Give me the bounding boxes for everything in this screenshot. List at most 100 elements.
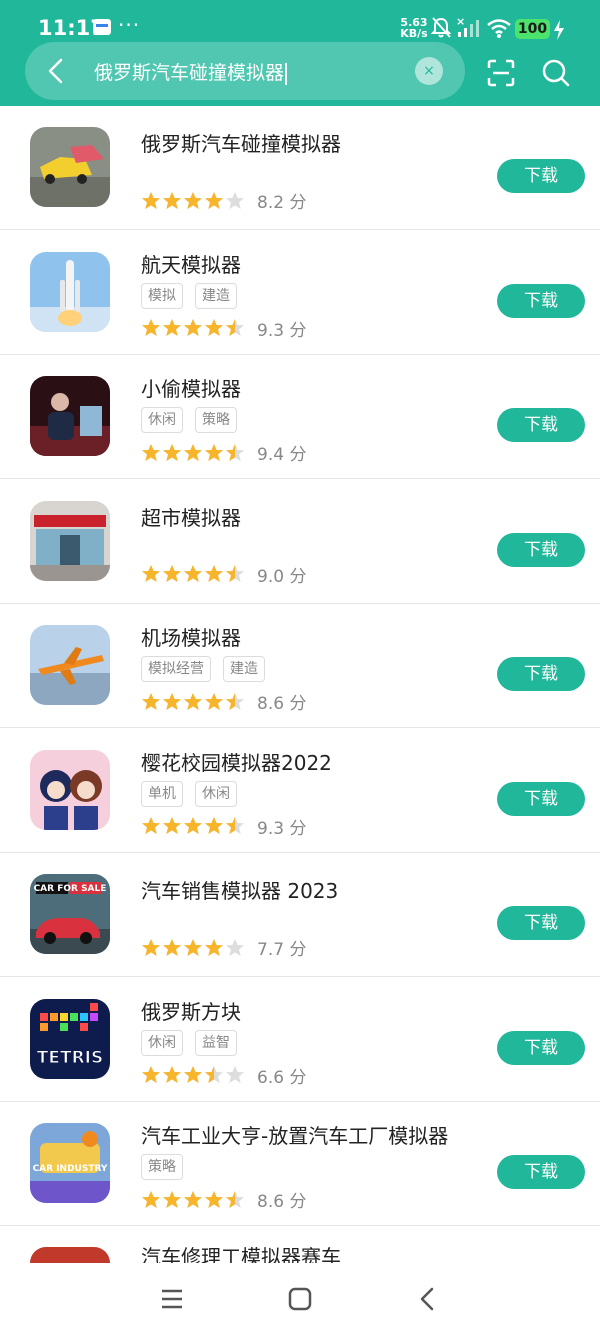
app-title[interactable]: 汽车销售模拟器 2023 [141,875,338,904]
tag-badge: 休闲 [141,1029,183,1056]
airplane-icon[interactable] [30,625,110,705]
download-button[interactable]: 下载 [497,408,585,442]
thief-icon[interactable] [30,376,110,456]
rating-star-icon [163,817,181,834]
download-button[interactable]: 下载 [497,159,585,193]
home-icon[interactable] [286,1285,314,1313]
rating: 8.2 分 [141,188,306,213]
list-item[interactable]: TETRIS 俄罗斯方块 休闲 益智 6.6 分 下载 [0,978,600,1102]
battery-level: 100 [515,19,550,39]
list-item[interactable]: 樱花校园模拟器2022 单机 休闲 9.3 分 下载 [0,729,600,853]
rating-star-icon [226,817,244,834]
tag-list: 模拟 建造 [141,282,249,309]
app-title[interactable]: 俄罗斯方块 [141,996,241,1025]
tag-badge: 休闲 [141,407,183,433]
rating-star-icon [205,319,223,336]
car-for-sale-icon[interactable]: CAR FOR SALE [30,874,110,954]
car-crash-icon[interactable] [30,127,110,207]
back-arrow-icon[interactable] [40,55,72,87]
tetris-icon[interactable]: TETRIS [30,998,110,1079]
rating-star-icon [163,191,181,209]
download-button[interactable]: 下载 [497,906,585,940]
svg-text:×: × [456,16,465,28]
app-title[interactable]: 樱花校园模拟器2022 [141,747,332,776]
menu-icon[interactable] [158,1285,186,1313]
tag-badge: 模拟经营 [141,656,211,682]
rating-star-icon [205,1190,223,1208]
tag-list: 单机 休闲 [141,780,249,807]
icon-label: CAR INDUSTRY [33,1164,108,1174]
download-button[interactable]: 下载 [497,657,585,691]
rating-star-icon [142,817,160,834]
clear-search-icon[interactable]: × [415,57,443,85]
tag-badge: 单机 [141,780,183,807]
list-item[interactable]: 航天模拟器模拟 建造 9.3 分 下载 [0,231,600,355]
rating-star-icon [226,692,244,710]
rating-score: 9.3 分 [257,320,307,341]
rating-score: 6.6 分 [257,1067,307,1088]
app-title[interactable]: 汽车工业大亨-放置汽车工厂模拟器 [141,1120,448,1149]
list-item[interactable]: 小偷模拟器 休闲 策略 9.4 分 下载 [0,355,600,479]
download-button[interactable]: 下载 [497,532,585,567]
rating-star-icon [205,817,223,834]
list-item[interactable]: CAR INDUSTRY 汽车工业大亨-放置汽车工厂模拟器 策略 8.6 分 下载 [0,1102,600,1226]
app-title[interactable]: 航天模拟器 [141,249,241,278]
tag-badge: 策略 [141,1154,183,1180]
rating: 8.6 分 [141,1187,306,1212]
download-button[interactable]: 下载 [497,1155,585,1189]
list-item[interactable]: 机场模拟器 模拟经营 建造 8.6 分 下载 [0,604,600,728]
rating-star-icon [184,565,202,582]
supermarket-icon[interactable] [30,500,110,581]
rating-star-icon [142,1190,160,1208]
app-title[interactable]: 机场模拟器 [141,622,241,651]
rating-star-icon [184,191,202,209]
car-industry-icon[interactable]: CAR INDUSTRY [30,1123,110,1203]
rating-star-icon [184,443,202,461]
list-item[interactable]: 超市模拟器 9.0 分 下载 [0,480,600,604]
rocket-icon[interactable] [30,251,110,332]
anime-school-icon[interactable] [30,749,110,830]
search-results-list[interactable]: 俄罗斯汽车碰撞模拟器 8.2 分下载 航天模拟器 模拟 建造 9.3 分下载 小偷模拟器 休闲… [0,106,600,1263]
download-button[interactable]: 下载 [497,1030,585,1065]
download-button[interactable]: 下载 [497,283,585,318]
tag-badge: 建造 [195,282,237,309]
rating-star-icon [142,1066,160,1083]
star-rating [142,817,244,834]
rating-star-icon [226,1066,244,1083]
car-mechanic-icon[interactable] [30,1246,110,1263]
nav-back-icon[interactable] [414,1285,442,1313]
rating-star-icon [226,443,244,461]
rating-star-icon [205,938,223,956]
rating-star-icon [163,938,181,956]
rating-star-icon [205,1066,223,1083]
download-button[interactable]: 下载 [497,781,585,816]
list-item[interactable]: 俄罗斯汽车碰撞模拟器 8.2 分 下载 [0,106,600,230]
rating-star-icon [184,1066,202,1083]
tag-list: 策略 [141,1154,195,1180]
list-item[interactable]: CAR FOR SALE 汽车销售模拟器 2023 7.7 分 下载 [0,853,600,977]
rating-star-icon [184,938,202,956]
rating-star-icon [163,1066,181,1083]
tag-list: 休闲 策略 [141,407,249,433]
search-icon[interactable] [541,58,571,88]
star-rating [142,191,244,209]
rating-star-icon [184,817,202,834]
rating-score: 9.0 分 [257,566,307,587]
list-item[interactable]: 汽车修理工模拟器赛车 [0,1227,600,1264]
star-rating [142,565,244,582]
scan-icon[interactable] [486,58,516,88]
app-title[interactable]: 超市模拟器 [141,502,241,531]
app-title[interactable]: 汽车修理工模拟器赛车 [141,1241,341,1264]
star-rating [142,938,244,956]
rating-star-icon [142,565,160,582]
tag-badge: 休闲 [195,780,237,807]
charging-icon [554,20,564,40]
rating-star-icon [142,319,160,336]
rating-star-icon [184,319,202,336]
rating: 9.3 分 [141,814,306,839]
search-input[interactable]: 俄罗斯汽车碰撞模拟器 [94,58,288,85]
app-title[interactable]: 小偷模拟器 [141,373,241,402]
mute-bell-icon [430,17,452,38]
rating: 6.6 分 [141,1063,307,1088]
app-title[interactable]: 俄罗斯汽车碰撞模拟器 [141,128,341,157]
